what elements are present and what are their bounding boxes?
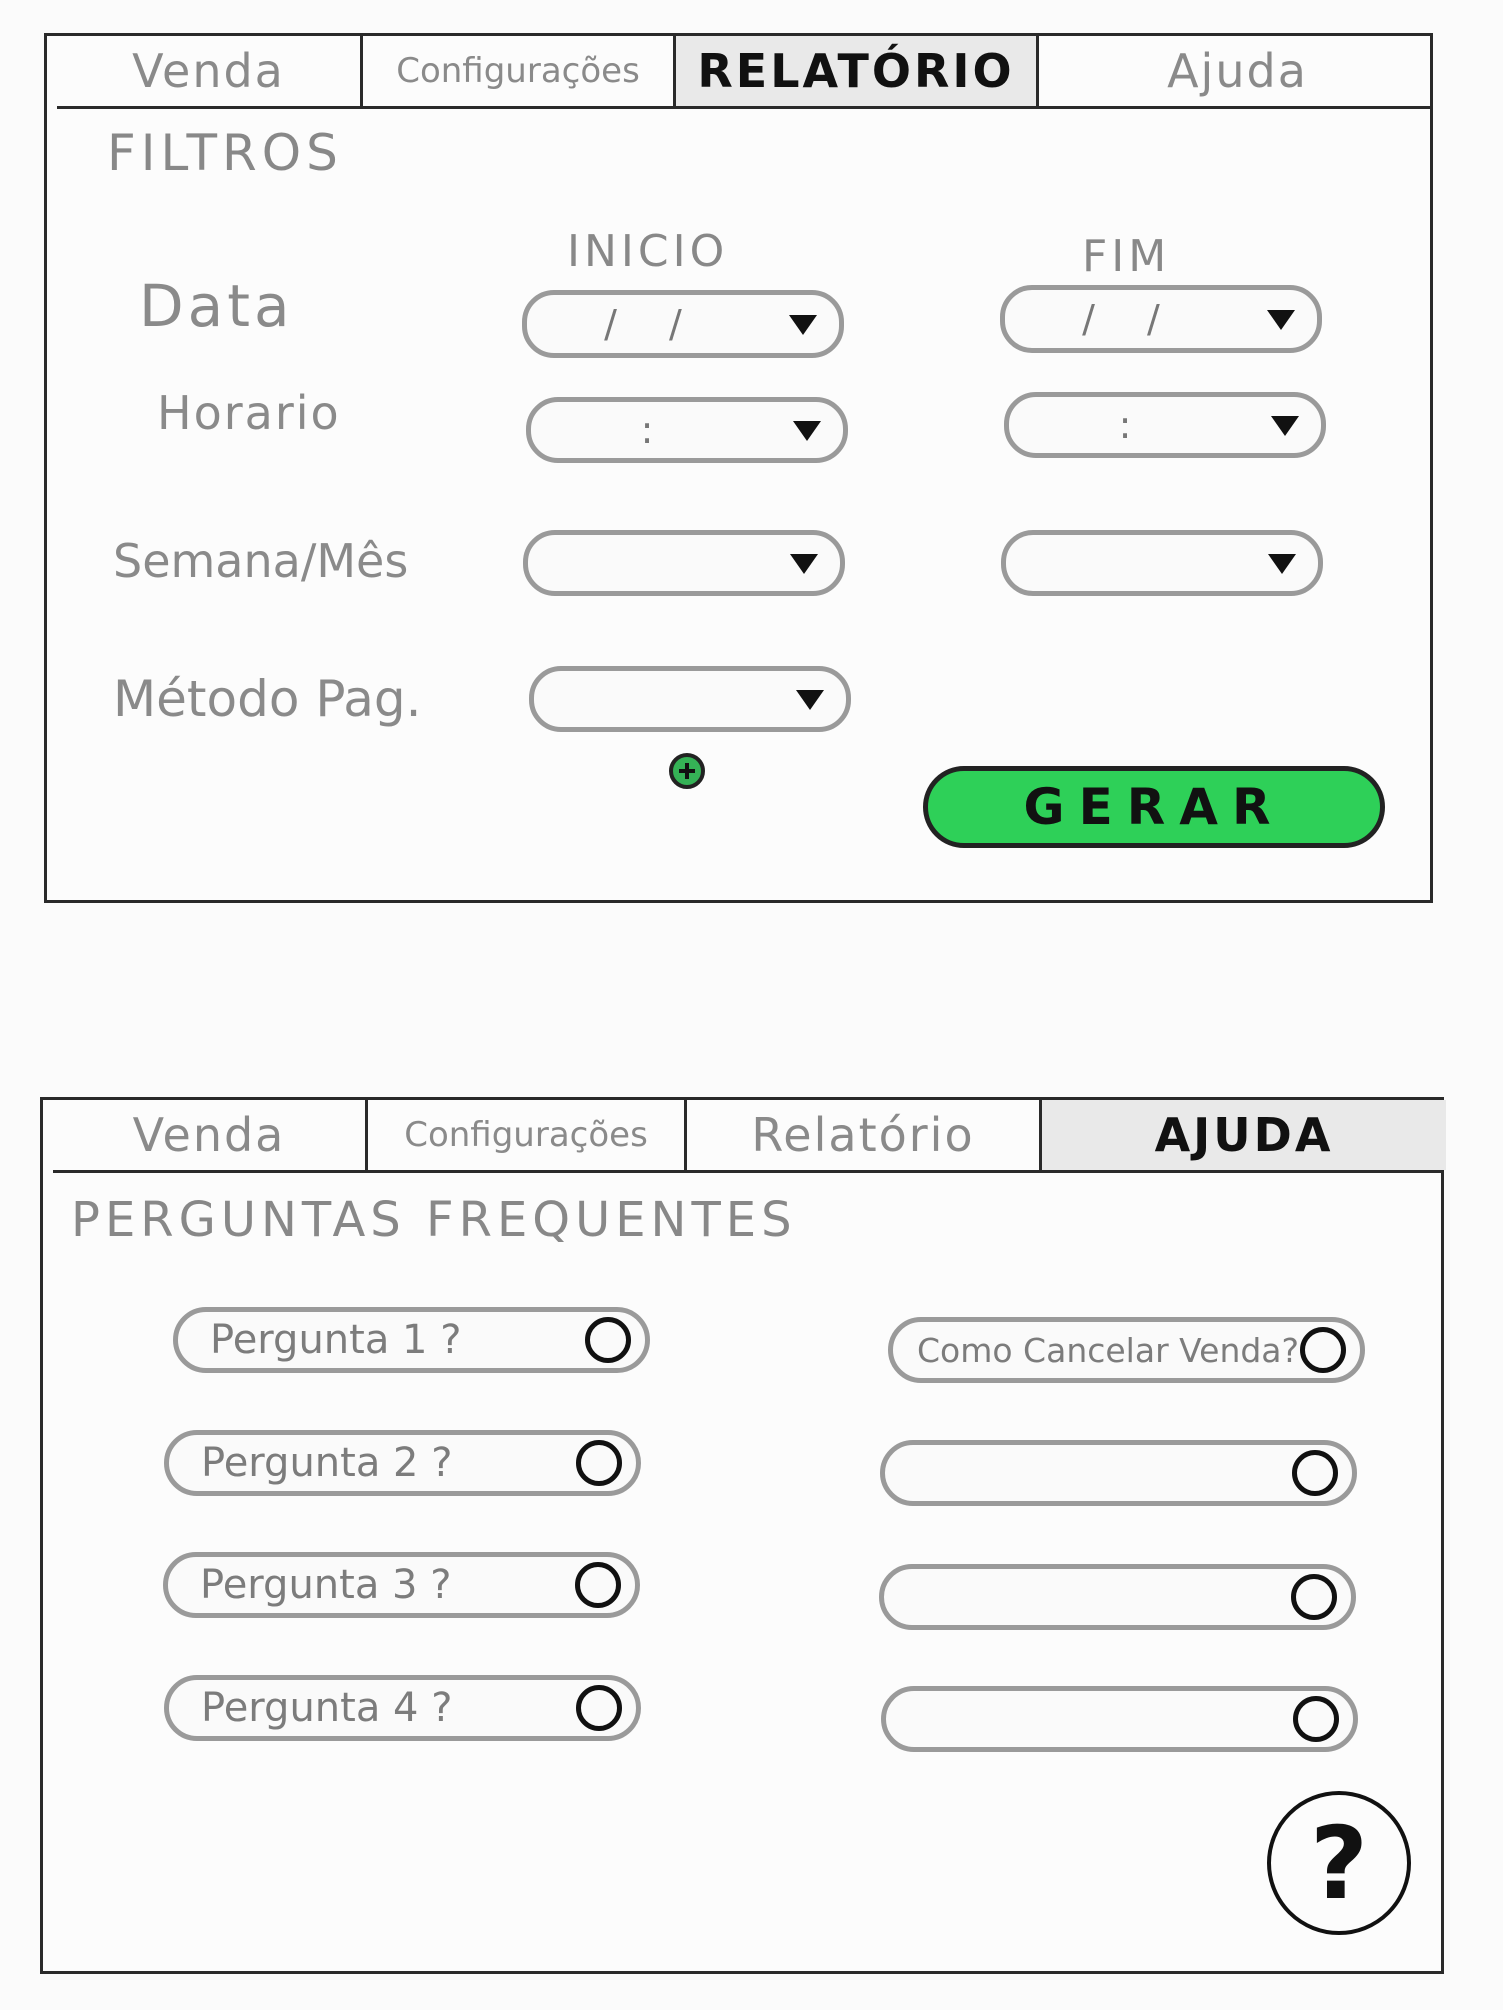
radio-circle-icon[interactable] [585,1317,631,1363]
faq-question: Pergunta 1 ? [210,1317,462,1363]
faq-question [917,1445,1282,1501]
tab-bar: Venda Configurações RELATÓRIO Ajuda [57,36,1430,109]
tab-venda[interactable]: Venda [53,1100,365,1170]
faq-question: Pergunta 4 ? [201,1685,453,1731]
time-label: Horario [157,386,341,440]
radio-circle-icon[interactable] [575,1562,621,1608]
radio-circle-icon[interactable] [576,1440,622,1486]
end-column-label: FIM [1082,231,1171,282]
end-date-select[interactable]: / / [1000,285,1322,353]
date-mask: / / [604,302,702,346]
radio-circle-icon[interactable] [1291,1574,1337,1620]
faq-item[interactable]: Pergunta 3 ? [163,1552,640,1618]
faq-item[interactable] [879,1564,1356,1630]
chevron-down-icon [790,554,818,574]
help-panel: Venda Configurações Relatório AJUDA PERG… [40,1097,1446,1974]
radio-circle-icon[interactable] [1293,1696,1339,1742]
radio-circle-icon[interactable] [576,1685,622,1731]
time-mask: : [1118,403,1152,447]
start-time-select[interactable]: : [526,397,848,463]
chevron-down-icon [789,315,817,335]
tab-relatorio[interactable]: Relatório [684,1100,1039,1170]
radio-circle-icon[interactable] [1300,1327,1346,1373]
filters-title: FILTROS [107,124,343,182]
tab-ajuda[interactable]: AJUDA [1039,1100,1446,1170]
faq-item[interactable]: Pergunta 2 ? [164,1430,641,1496]
faq-item[interactable] [880,1440,1357,1506]
faq-item[interactable] [881,1686,1358,1752]
faq-title: PERGUNTAS FREQUENTES [71,1192,797,1248]
faq-item[interactable]: Pergunta 1 ? [173,1307,650,1373]
faq-item[interactable]: Como Cancelar Venda? [888,1317,1365,1383]
start-week-month-select[interactable] [523,530,845,596]
tab-configuracoes[interactable]: Configurações [360,36,673,106]
chevron-down-icon [1271,416,1299,436]
tab-configuracoes[interactable]: Configurações [365,1100,684,1170]
faq-question: Como Cancelar Venda? [917,1330,1300,1370]
radio-circle-icon[interactable] [1292,1450,1338,1496]
generate-button[interactable]: GERAR [923,766,1385,848]
time-mask: : [640,408,674,452]
report-panel: Venda Configurações RELATÓRIO Ajuda FILT… [44,33,1433,903]
tab-bar: Venda Configurações Relatório AJUDA [53,1100,1446,1173]
faq-question: Pergunta 3 ? [200,1562,452,1608]
end-time-select[interactable]: : [1004,392,1326,458]
tab-ajuda[interactable]: Ajuda [1036,36,1436,106]
chevron-down-icon [796,690,824,710]
week-month-label: Semana/Mês [113,534,409,588]
faq-question [916,1569,1281,1625]
chevron-down-icon [1267,310,1295,330]
start-date-select[interactable]: / / [522,290,844,358]
date-mask: / / [1082,297,1180,341]
faq-item[interactable]: Pergunta 4 ? [164,1675,641,1741]
help-question-icon[interactable]: ? [1267,1791,1411,1935]
faq-question: Pergunta 2 ? [201,1440,453,1486]
end-week-month-select[interactable] [1001,530,1323,596]
chevron-down-icon [793,421,821,441]
tab-venda[interactable]: Venda [57,36,360,106]
date-label: Data [139,272,294,340]
start-column-label: INICIO [567,226,729,277]
chevron-down-icon [1268,554,1296,574]
payment-method-select[interactable] [529,666,851,732]
payment-method-label: Método Pag. [113,670,422,728]
plus-circle-icon[interactable] [669,753,705,789]
tab-relatorio[interactable]: RELATÓRIO [673,36,1036,106]
faq-question [918,1691,1283,1747]
